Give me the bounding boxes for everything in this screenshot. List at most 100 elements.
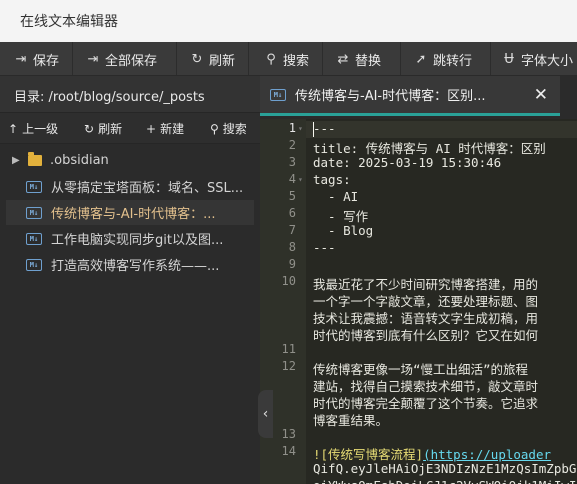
code-line: 博客重结果。 — [313, 413, 389, 428]
sidebar-refresh-button[interactable]: ↻ 刷新 — [84, 113, 122, 144]
line-number: 11 — [281, 342, 296, 356]
toolbar-divider — [176, 42, 177, 75]
tree-item-label: 打造高效博客写作系统——... — [51, 259, 220, 274]
save-icon: ⇥ — [15, 51, 27, 67]
search-button-label: 搜索 — [283, 53, 310, 69]
tree-file-item[interactable]: M↓ 工作电脑实现同步git以及图... — [6, 226, 254, 251]
refresh-button[interactable]: ↻ 刷新 — [190, 42, 236, 75]
markdown-image-url[interactable]: (https://uploader — [423, 447, 551, 462]
go-up-button[interactable]: ↑ 上一级 — [8, 113, 58, 144]
tree-item-label: .obsidian — [50, 153, 109, 168]
editor-tab-active[interactable]: M↓ 传统博客与-AI-时代博客：区别... ✕ — [260, 76, 560, 116]
font-size-button[interactable]: Ʉ 字体大小 — [502, 42, 574, 75]
main-toolbar: ⇥ 保存 ⇥ 全部保存 ↻ 刷新 ⚲ 搜索 ⇄ 替换 ➚ 跳转行 Ʉ 字体大小 — [0, 42, 577, 76]
replace-button[interactable]: ⇄ 替换 — [336, 42, 382, 75]
active-line-highlight — [306, 121, 577, 138]
code-line: - Blog — [313, 223, 374, 238]
go-up-label: 上一级 — [22, 122, 59, 136]
toolbar-divider — [490, 42, 491, 75]
save-button[interactable]: ⇥ 保存 — [14, 42, 60, 75]
code-line: tags: — [313, 172, 351, 187]
replace-icon: ⇄ — [337, 51, 349, 67]
code-line: --- — [313, 121, 336, 136]
sidebar-search-label: 搜索 — [222, 122, 247, 136]
directory-path-bar: 目录: /root/blog/source/_posts — [0, 76, 260, 112]
code-line: QifQ.eyJleHAiOjE3NDIzNzE1MzQsImZpbG — [313, 461, 577, 476]
goto-line-button-label: 跳转行 — [433, 53, 473, 69]
refresh-button-label: 刷新 — [209, 53, 236, 69]
search-icon: ⚲ — [210, 121, 219, 136]
markdown-file-icon: M↓ — [26, 180, 42, 193]
font-size-icon: Ʉ — [504, 51, 514, 67]
chevron-left-icon: ‹ — [262, 406, 269, 422]
replace-button-label: 替换 — [355, 53, 382, 69]
line-number: 5 — [288, 189, 296, 203]
save-all-icon: ⇥ — [87, 51, 99, 67]
fold-marker-icon[interactable]: ▾ — [298, 124, 303, 133]
tree-file-item[interactable]: M↓ 从零搞定宝塔面板：域名、SSL... — [6, 174, 254, 199]
editor-area: M↓ 传统博客与-AI-时代博客：区别... ✕ 1 ▾ --- 2 title: 传统… — [260, 76, 577, 484]
markdown-file-icon: M↓ — [270, 88, 286, 101]
chevron-right-icon: ▶ — [12, 155, 20, 166]
tree-item-label: 从零搞定宝塔面板：域名、SSL... — [51, 181, 244, 196]
window-titlebar: 在线文本编辑器 — [0, 0, 577, 42]
fold-marker-icon[interactable]: ▾ — [298, 175, 303, 184]
tab-strip: M↓ 传统博客与-AI-时代博客：区别... ✕ — [260, 76, 577, 116]
line-number: 6 — [288, 206, 296, 220]
search-icon: ⚲ — [266, 51, 276, 67]
markdown-file-icon: M↓ — [26, 258, 42, 271]
window-title: 在线文本编辑器 — [20, 14, 118, 30]
refresh-icon: ↻ — [191, 51, 203, 67]
goto-arrow-icon: ➚ — [415, 51, 427, 67]
save-all-button-label: 全部保存 — [105, 53, 158, 69]
line-number: 14 — [281, 444, 296, 458]
sidebar-search-button[interactable]: ⚲ 搜索 — [210, 113, 247, 144]
sidebar-actions: ↑ 上一级 ↻ 刷新 + 新建 ⚲ 搜索 — [0, 112, 260, 144]
code-line: date: 2025-03-19 15:30:46 — [313, 155, 502, 170]
markdown-image-alt: ![传统写博客流程] — [313, 447, 424, 462]
goto-line-button[interactable]: ➚ 跳转行 — [414, 42, 473, 75]
tree-item-label: 传统博客与-AI-时代博客：... — [51, 207, 216, 222]
tree-folder-obsidian[interactable]: ▶ .obsidian — [6, 148, 254, 173]
line-number: 7 — [288, 223, 296, 237]
save-button-label: 保存 — [33, 53, 60, 69]
line-number: 9 — [288, 257, 296, 271]
font-size-button-label: 字体大小 — [521, 53, 574, 69]
new-file-button[interactable]: + 新建 — [146, 113, 184, 144]
line-number: 1 — [288, 121, 296, 135]
folder-icon — [28, 152, 42, 166]
search-button[interactable]: ⚲ 搜索 — [264, 42, 310, 75]
markdown-file-icon: M↓ — [26, 232, 42, 245]
arrow-up-icon: ↑ — [8, 121, 19, 136]
toolbar-divider — [400, 42, 401, 75]
line-number: 2 — [288, 138, 296, 152]
text-cursor — [313, 122, 314, 137]
code-line: - AI — [313, 189, 359, 204]
tree-file-item-active[interactable]: M↓ 传统博客与-AI-时代博客：... — [6, 200, 254, 225]
sidebar-refresh-label: 刷新 — [98, 122, 123, 136]
markdown-file-icon: M↓ — [26, 206, 42, 219]
line-number: 8 — [288, 240, 296, 254]
new-file-label: 新建 — [160, 122, 185, 136]
toolbar-divider — [248, 42, 249, 75]
line-number: 4 — [288, 172, 296, 186]
file-sidebar: 目录: /root/blog/source/_posts ↑ 上一级 ↻ 刷新 … — [0, 76, 260, 484]
toolbar-divider — [322, 42, 323, 75]
line-number: 10 — [281, 274, 296, 288]
toolbar-divider — [72, 42, 73, 75]
sidebar-collapse-handle[interactable]: ‹ — [258, 390, 273, 438]
code-line: oiYWxsOmFsbDoiLCJ1c2VySWQiOjk1MiIwI — [313, 478, 576, 484]
line-number: 12 — [281, 359, 296, 373]
plus-icon: + — [146, 121, 157, 136]
line-number: 3 — [288, 155, 296, 169]
code-editor[interactable]: 1 ▾ --- 2 title: 传统博客与 AI 时代博客：区别 3 date: 2025… — [260, 119, 577, 484]
tree-file-item[interactable]: M↓ 打造高效博客写作系统——... — [6, 252, 254, 277]
code-line: --- — [313, 240, 336, 255]
tree-item-label: 工作电脑实现同步git以及图... — [51, 233, 224, 248]
refresh-icon: ↻ — [84, 121, 95, 136]
tab-title: 传统博客与-AI-时代博客：区别... — [295, 89, 486, 104]
save-all-button[interactable]: ⇥ 全部保存 — [86, 42, 158, 75]
directory-path-label: 目录: /root/blog/source/_posts — [14, 90, 205, 105]
code-line: 时代的博客到底有什么区别？它又在如何 — [313, 328, 539, 343]
close-icon[interactable]: ✕ — [534, 85, 548, 105]
